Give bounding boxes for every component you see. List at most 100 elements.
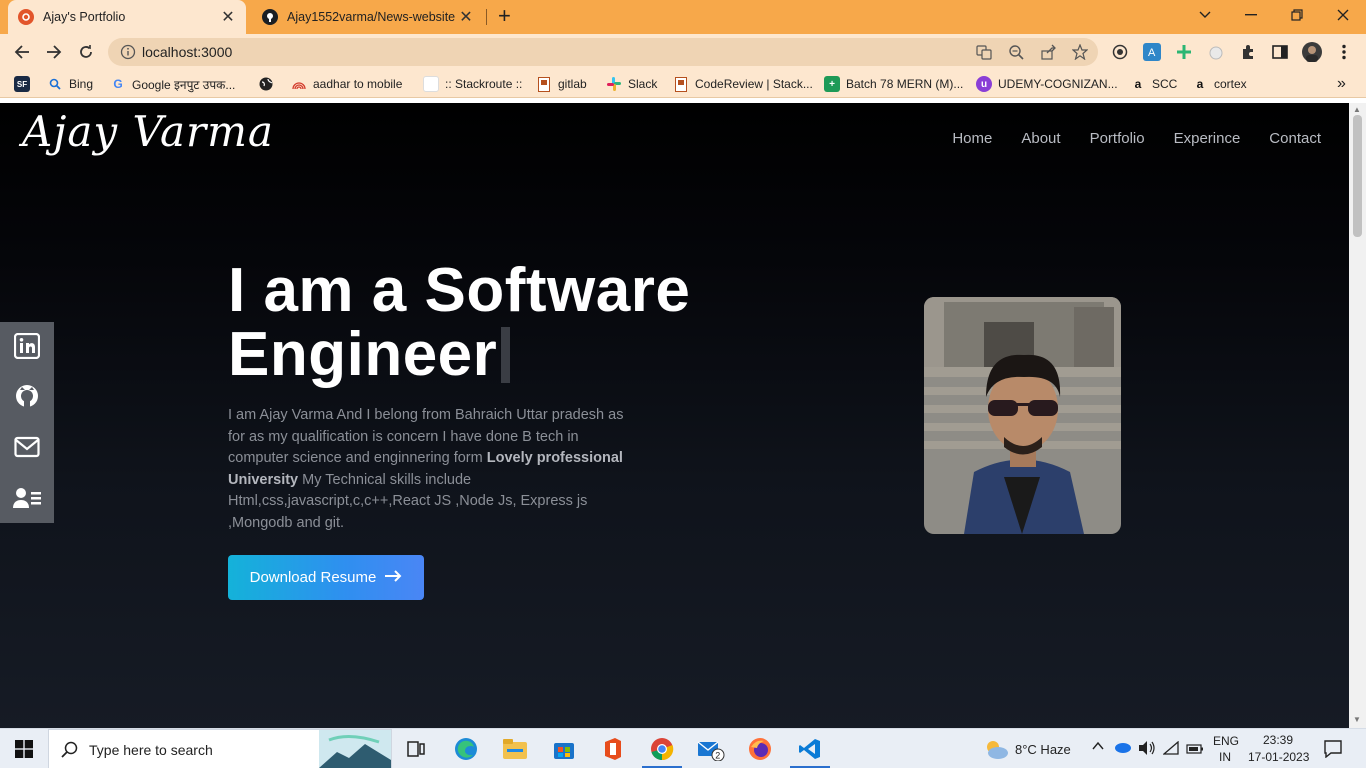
network-icon[interactable] bbox=[1162, 740, 1181, 758]
nav-portfolio[interactable]: Portfolio bbox=[1090, 130, 1145, 147]
google-icon: G bbox=[113, 77, 123, 91]
bookmark-globe[interactable] bbox=[258, 76, 280, 92]
sf-icon: SF bbox=[14, 76, 30, 92]
bookmark-batch78[interactable]: + Batch 78 MERN (M)... bbox=[824, 76, 963, 92]
bookmark-star-icon[interactable] bbox=[1071, 43, 1089, 61]
show-hidden-icons-icon[interactable] bbox=[1092, 739, 1104, 754]
bookmark-google-input[interactable]: G Google इनपुट उपक... bbox=[110, 76, 235, 92]
onedrive-icon[interactable] bbox=[1113, 741, 1131, 756]
bing-search-icon bbox=[47, 76, 63, 92]
reload-icon[interactable] bbox=[74, 40, 98, 64]
edge-icon[interactable] bbox=[452, 735, 480, 763]
windows-start-icon[interactable] bbox=[10, 735, 38, 763]
download-resume-button[interactable]: Download Resume bbox=[228, 555, 424, 600]
slack-icon bbox=[606, 76, 622, 92]
bookmark-scc[interactable]: a SCC bbox=[1130, 76, 1178, 92]
bookmark-icon bbox=[536, 76, 552, 92]
scroll-up-icon[interactable]: ▲ bbox=[1353, 105, 1361, 114]
close-window-icon[interactable] bbox=[1320, 0, 1366, 30]
weather-text[interactable]: 8°C Haze bbox=[1015, 742, 1071, 757]
site-nav: Home About Portfolio Experince Contact bbox=[952, 130, 1321, 147]
tab-github[interactable]: Ajay1552varma/News-website ✕ bbox=[252, 0, 484, 34]
resume-icon[interactable] bbox=[13, 484, 41, 512]
bookmark-udemy[interactable]: u UDEMY-COGNIZAN... bbox=[976, 76, 1118, 92]
browser-toolbar: localhost:3000 A bbox=[0, 34, 1366, 70]
github-favicon-icon bbox=[262, 9, 278, 25]
svg-text:A: A bbox=[1148, 47, 1156, 59]
close-tab-icon[interactable]: ✕ bbox=[220, 7, 236, 27]
clock-date[interactable]: 17-01-2023 bbox=[1248, 750, 1309, 764]
forward-icon[interactable] bbox=[42, 40, 66, 64]
restore-icon[interactable] bbox=[1274, 0, 1320, 30]
portfolio-page: Ajay Varma Home About Portfolio Experinc… bbox=[0, 103, 1349, 728]
mail-icon[interactable] bbox=[13, 433, 41, 461]
profile-photo bbox=[924, 297, 1121, 534]
bookmark-gitlab[interactable]: gitlab bbox=[536, 76, 587, 92]
portfolio-favicon-icon bbox=[18, 9, 34, 25]
task-view-icon[interactable] bbox=[402, 735, 430, 763]
volume-icon[interactable] bbox=[1138, 740, 1156, 759]
new-tab-icon[interactable]: + bbox=[498, 5, 511, 27]
url-text: localhost:3000 bbox=[142, 44, 233, 60]
tab-portfolio[interactable]: Ajay's Portfolio ✕ bbox=[8, 0, 246, 34]
extension-rabbit-icon[interactable] bbox=[1206, 42, 1226, 62]
side-panel-icon[interactable] bbox=[1270, 42, 1290, 62]
scroll-down-icon[interactable]: ▼ bbox=[1353, 715, 1361, 724]
windows-taskbar: Type here to search 2 8°C Haze ENG IN 23… bbox=[0, 728, 1366, 768]
nav-contact[interactable]: Contact bbox=[1269, 130, 1321, 147]
notifications-icon[interactable] bbox=[1324, 740, 1342, 761]
firefox-icon[interactable] bbox=[746, 735, 774, 763]
input-language[interactable]: ENG bbox=[1213, 734, 1239, 748]
typing-cursor bbox=[501, 327, 511, 383]
zoom-icon[interactable] bbox=[1008, 44, 1024, 60]
page-icon bbox=[423, 76, 439, 92]
minimize-icon[interactable] bbox=[1228, 0, 1274, 30]
extension-a-icon[interactable]: A bbox=[1142, 42, 1162, 62]
bookmark-cortex[interactable]: a cortex bbox=[1192, 76, 1247, 92]
bookmark-sf[interactable]: SF bbox=[14, 76, 36, 92]
aadhar-icon bbox=[291, 76, 307, 92]
microsoft-store-icon[interactable] bbox=[550, 735, 578, 763]
extension-plus-icon[interactable] bbox=[1174, 42, 1194, 62]
nav-home[interactable]: Home bbox=[952, 130, 992, 147]
mail-app-icon[interactable]: 2 bbox=[697, 735, 725, 763]
record-extension-icon[interactable] bbox=[1110, 42, 1130, 62]
hero-line-2: Engineer bbox=[228, 320, 498, 389]
bookmark-bing[interactable]: Bing bbox=[47, 76, 93, 92]
extensions-puzzle-icon[interactable] bbox=[1238, 42, 1258, 62]
nav-experience[interactable]: Experince bbox=[1174, 130, 1241, 147]
battery-icon[interactable] bbox=[1186, 743, 1204, 757]
file-explorer-icon[interactable] bbox=[501, 735, 529, 763]
nav-about[interactable]: About bbox=[1021, 130, 1060, 147]
translate-icon[interactable] bbox=[976, 44, 992, 60]
input-region[interactable]: IN bbox=[1219, 750, 1231, 764]
office-icon[interactable] bbox=[599, 735, 627, 763]
site-logo[interactable]: Ajay Varma bbox=[22, 107, 274, 156]
github-icon[interactable] bbox=[13, 383, 41, 411]
bookmark-label: cortex bbox=[1214, 77, 1247, 91]
tab-title: Ajay's Portfolio bbox=[43, 10, 126, 24]
clock-time[interactable]: 23:39 bbox=[1263, 733, 1293, 747]
linkedin-icon[interactable] bbox=[13, 332, 41, 360]
bookmark-codereview[interactable]: CodeReview | Stack... bbox=[673, 76, 813, 92]
address-bar[interactable]: localhost:3000 bbox=[108, 38, 1098, 66]
share-icon[interactable] bbox=[1040, 44, 1056, 60]
vscode-icon[interactable] bbox=[796, 735, 824, 763]
chrome-icon[interactable] bbox=[648, 735, 676, 763]
browser-menu-icon[interactable] bbox=[1334, 42, 1354, 62]
taskbar-search-box[interactable]: Type here to search bbox=[48, 729, 392, 768]
sheets-icon: + bbox=[824, 76, 840, 92]
profile-avatar-icon[interactable] bbox=[1302, 42, 1322, 62]
scrollbar-thumb[interactable] bbox=[1353, 115, 1362, 237]
bookmark-stackroute[interactable]: :: Stackroute :: bbox=[423, 76, 522, 92]
back-icon[interactable] bbox=[10, 40, 34, 64]
site-info-icon[interactable] bbox=[120, 44, 136, 60]
page-scrollbar[interactable]: ▲ ▼ bbox=[1349, 103, 1366, 728]
bookmark-label: aadhar to mobile bbox=[313, 77, 403, 91]
bookmark-aadhar[interactable]: aadhar to mobile bbox=[291, 76, 402, 92]
close-tab-icon[interactable]: ✕ bbox=[458, 7, 474, 27]
bookmark-slack[interactable]: Slack bbox=[606, 76, 657, 92]
tab-search-icon[interactable] bbox=[1182, 0, 1228, 30]
bookmarks-overflow-icon[interactable]: » bbox=[1337, 75, 1346, 92]
weather-haze-icon[interactable] bbox=[982, 735, 1010, 763]
